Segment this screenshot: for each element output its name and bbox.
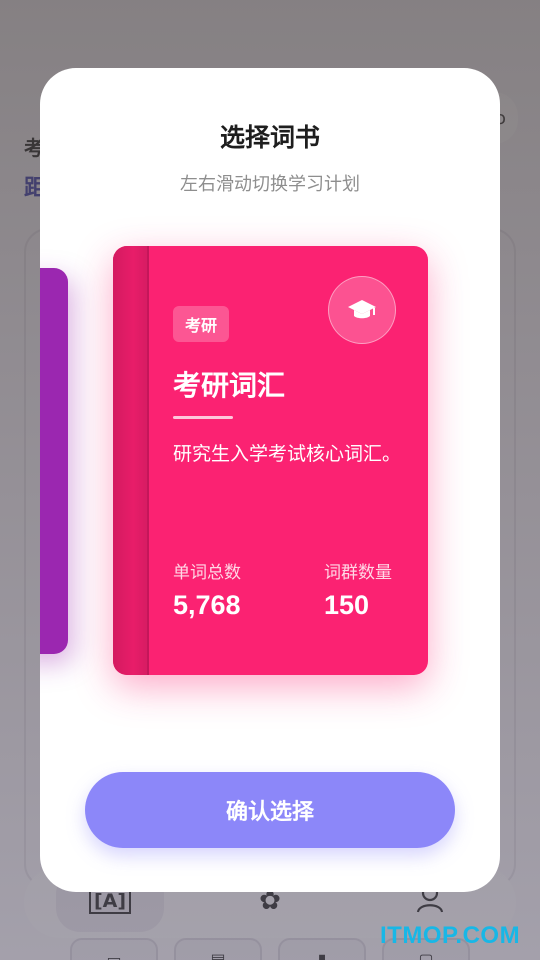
confirm-select-button[interactable]: 确认选择 [85, 772, 455, 848]
graduation-cap-icon [328, 276, 396, 344]
book-icon: ▮ [317, 950, 327, 960]
book-tag: 考研 [173, 306, 230, 342]
book-spine [113, 246, 149, 675]
book-card-kaoyan[interactable]: 考研 考研词汇 研究生入学考试核心词汇。 单词总数 5,768 词群数量 150 [113, 246, 428, 675]
bottom-tile-1[interactable]: ▭ [70, 938, 158, 960]
title-divider [173, 416, 233, 419]
book-select-modal: 选择词书 左右滑动切换学习计划 考研 考研词汇 研究生入学考试核心词汇。 单词总… [40, 68, 500, 892]
bottom-tile-3[interactable]: ▮ [278, 938, 366, 960]
modal-subtitle: 左右滑动切换学习计划 [180, 174, 360, 195]
bottom-tile-2[interactable]: ▤ [174, 938, 262, 960]
book-name: 考研词汇 [173, 369, 286, 402]
previous-book-card[interactable] [40, 268, 68, 654]
watermark: ITMOP.COM [380, 922, 521, 949]
document-icon: ▤ [210, 950, 226, 960]
stat-groups-value: 150 [324, 590, 370, 620]
stat-groups-label: 词群数量 [324, 563, 392, 583]
modal-title: 选择词书 [219, 123, 320, 152]
note-icon: ▢ [418, 950, 434, 960]
book-description: 研究生入学考试核心词汇。 [173, 443, 402, 465]
stat-total-words-label: 单词总数 [173, 563, 241, 583]
list-icon: ▭ [106, 950, 122, 960]
stat-total-words-value: 5,768 [173, 590, 241, 620]
